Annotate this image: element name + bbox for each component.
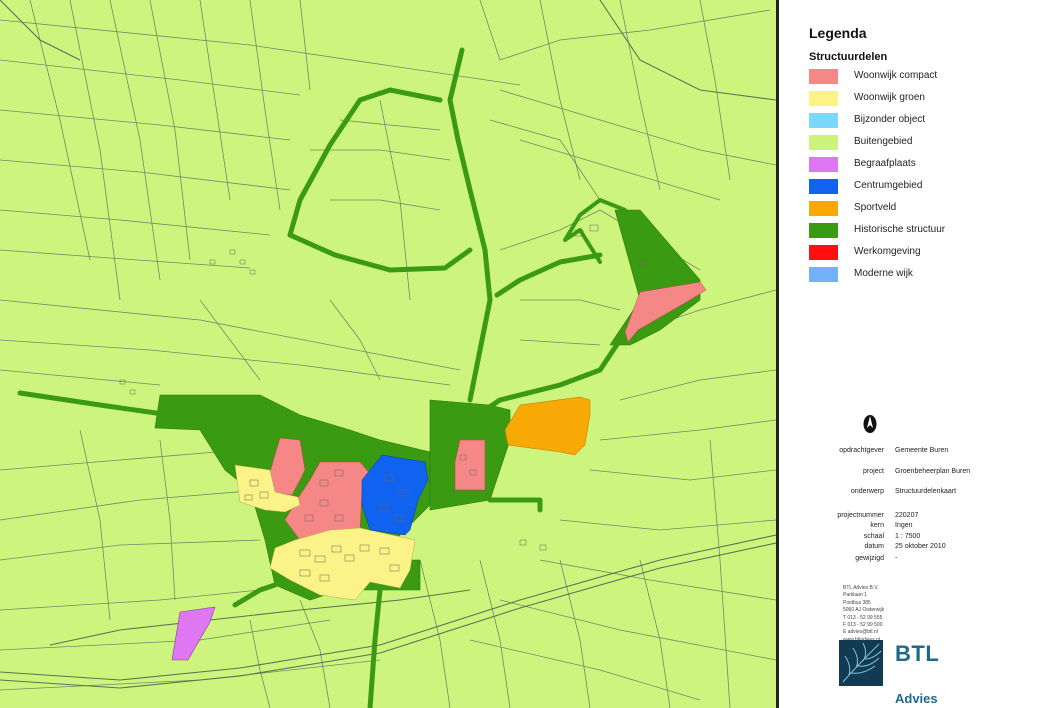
title-block-key: onderwerp <box>850 488 884 495</box>
legend-subtitle: Structuurdelen <box>809 51 888 63</box>
title-block-key: schaal <box>863 533 884 540</box>
legend-swatch <box>809 179 838 194</box>
title-block-key: gewijzigd <box>855 555 884 562</box>
btl-logo-subtext: Advies <box>895 691 938 706</box>
legend-swatch <box>809 91 838 106</box>
legend-label: Woonwijk compact <box>854 70 938 81</box>
title-block-key: projectnummer <box>837 512 884 519</box>
legend-swatch <box>809 157 838 172</box>
legend-swatch <box>809 267 838 282</box>
legend-item: Centrumgebied <box>809 179 1029 195</box>
legend-title: Legenda <box>809 25 867 41</box>
map-background <box>0 0 776 708</box>
title-block-value: - <box>895 555 898 562</box>
title-block-value: Ingen <box>895 522 913 529</box>
title-block-row: opdrachtgever Gemeente Buren <box>779 447 1029 459</box>
legend-panel: Legenda Structuurdelen Woonwijk compact W… <box>779 0 1038 708</box>
legend-label: Buitengebied <box>854 136 913 147</box>
title-block-key: opdrachtgever <box>839 447 884 454</box>
title-block-value: Structuurdelenkaart <box>895 488 957 495</box>
title-block-value: Groenbeheerplan Buren <box>895 468 971 475</box>
address-line: F 013 - 52 99 500 <box>843 622 883 629</box>
legend-label: Werkomgeving <box>854 246 921 257</box>
address-line: T 013 - 52 99 555 <box>843 614 883 621</box>
legend-label: Bijzonder object <box>854 114 926 125</box>
title-block-value: 220207 <box>895 512 919 519</box>
address-line: BTL Advies B.V. <box>843 585 879 591</box>
legend-swatch <box>809 245 838 260</box>
btl-logo-text: BTL <box>895 641 940 666</box>
title-block-row: project Groenbeheerplan Buren <box>779 468 1029 480</box>
legend-item: Begraafplaats <box>809 157 1029 173</box>
legend-label: Centrumgebied <box>854 180 923 191</box>
address-line: 5060 AJ Oisterwijk <box>843 607 885 614</box>
title-block-row: onderwerp Structuurdelenkaart <box>779 488 1029 500</box>
title-block-row: datum 25 oktober 2010 <box>779 543 1029 555</box>
north-arrow-icon <box>863 415 877 433</box>
legend-swatch <box>809 113 838 128</box>
legend-item: Moderne wijk <box>809 267 1029 283</box>
title-block-key: project <box>862 468 884 475</box>
title-block-key: datum <box>864 543 884 550</box>
legend-item: Buitengebied <box>809 135 1029 151</box>
address-line: Parklaan 1 <box>843 592 867 599</box>
title-block-value: 25 oktober 2010 <box>895 543 946 550</box>
legend-swatch <box>809 135 838 150</box>
legend-swatch <box>809 201 838 216</box>
company-address: BTL Advies B.V. Parklaan 1 Postbus 385 5… <box>843 585 884 644</box>
title-block-value: 1 : 7500 <box>895 533 921 540</box>
legend-item: Woonwijk compact <box>809 69 1029 85</box>
legend-item: Historische structuur <box>809 223 1029 239</box>
legend-item: Woonwijk groen <box>809 91 1029 107</box>
legend-label: Begraafplaats <box>854 158 916 169</box>
title-block-key: kern <box>870 522 884 529</box>
legend-label: Moderne wijk <box>854 268 913 279</box>
btl-leaf-logo-icon <box>839 640 883 686</box>
legend-item: Werkomgeving <box>809 245 1029 261</box>
title-block-row: gewijzigd - <box>779 555 1029 567</box>
legend-swatch <box>809 223 838 238</box>
legend-swatch <box>809 69 838 84</box>
legend-label: Historische structuur <box>854 224 946 235</box>
legend-label: Woonwijk groen <box>854 92 925 103</box>
title-block-value: Gemeente Buren <box>895 447 949 454</box>
legend-label: Sportveld <box>854 202 897 213</box>
address-line: Postbus 385 <box>843 599 871 606</box>
legend-item: Bijzonder object <box>809 113 1029 129</box>
legend-item: Sportveld <box>809 201 1029 217</box>
address-line: E advies@btl.nl <box>843 629 878 636</box>
structure-map[interactable] <box>0 0 776 708</box>
